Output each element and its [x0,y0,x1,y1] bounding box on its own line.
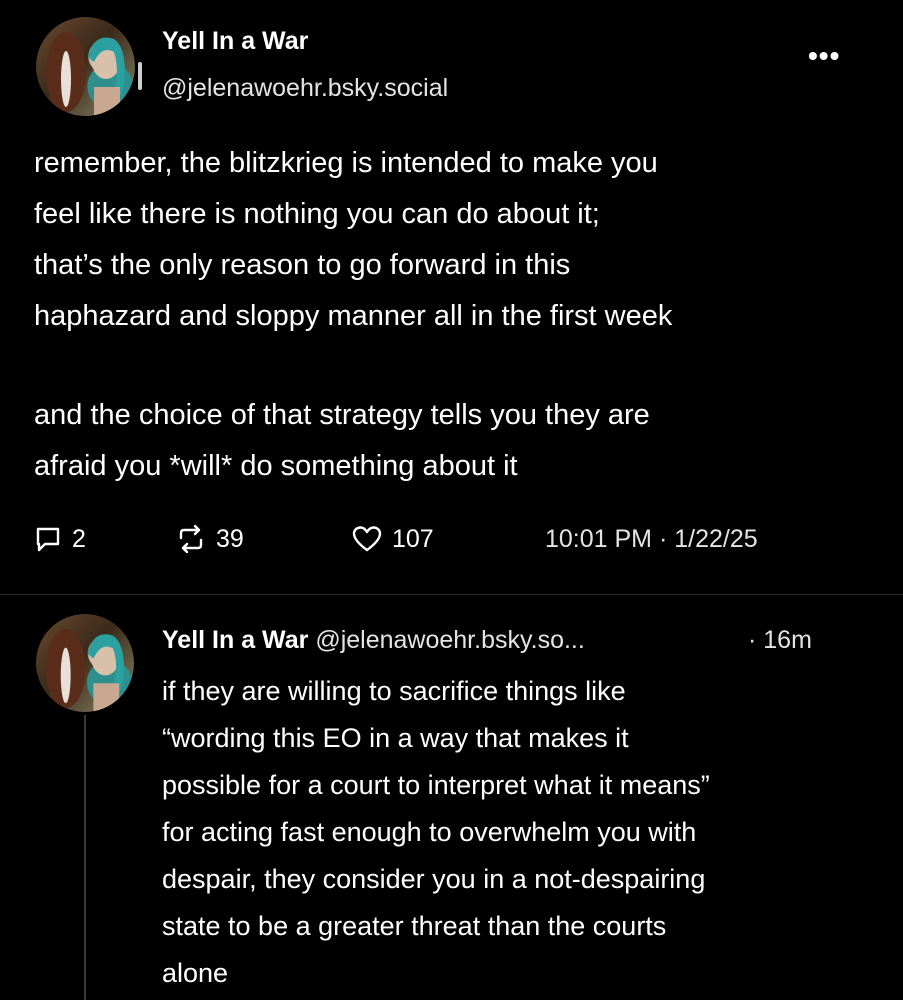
avatar-image [46,32,125,116]
thread-line [84,715,86,1000]
reply-header: Yell In a War @jelenawoehr.bsky.so... [162,620,585,660]
repost-button[interactable]: 39 [176,521,244,557]
reply-avatar[interactable] [36,614,134,712]
reply-count: 2 [72,524,86,553]
post-text-paragraph-2: and the choice of that strategy tells yo… [34,399,650,482]
post-text-paragraph-1: remember, the blitzkrieg is intended to … [34,147,673,332]
heart-icon [352,526,382,552]
reply-icon [36,527,60,552]
post-timestamp[interactable]: 10:01 PM · 1/22/25 [545,521,758,557]
reply-author-handle[interactable]: @jelenawoehr.bsky.so... [315,626,585,654]
like-count: 107 [392,524,434,553]
repost-icon [179,525,203,553]
like-button[interactable]: 107 [352,521,434,557]
reply-button[interactable]: 2 [34,521,86,557]
repost-count: 39 [216,524,244,553]
avatar-image [45,628,124,712]
post-author-handle[interactable]: @jelenawoehr.bsky.social [162,74,448,103]
post-author-name[interactable]: Yell In a War [162,27,308,56]
post-avatar[interactable] [36,17,135,116]
avatar-badge [138,62,142,90]
reply-text: if they are willing to sacrifice things … [162,676,710,988]
reply-time[interactable]: · 16m [748,620,812,660]
reply-author-name[interactable]: Yell In a War [162,626,308,654]
post-divider [0,594,903,595]
more-options-button[interactable]: ••• [808,40,840,72]
